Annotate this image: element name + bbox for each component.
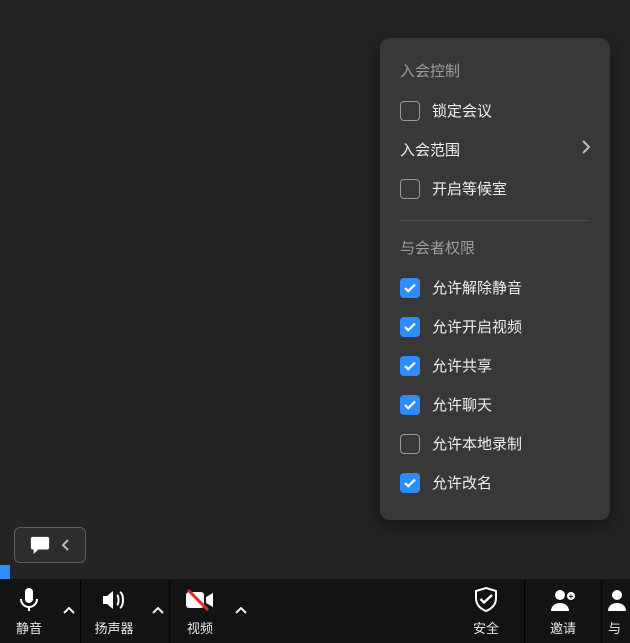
menu-item-label: 允许本地录制 (432, 433, 522, 454)
menu-divider (400, 220, 590, 221)
menu-item-allow-share[interactable]: 允许共享 (380, 346, 610, 385)
video-options-button[interactable] (230, 579, 252, 643)
speaker-button[interactable]: 扬声器 (81, 579, 147, 643)
bottom-toolbar: 静音 扬声器 视频 安全 (0, 579, 630, 643)
checkbox-checked-icon (400, 395, 420, 415)
menu-item-label: 锁定会议 (432, 100, 492, 121)
checkbox-checked-icon (400, 356, 420, 376)
menu-item-label: 允许聊天 (432, 394, 492, 415)
menu-item-label: 入会范围 (400, 139, 460, 160)
chevron-up-icon (230, 597, 252, 625)
checkbox-unchecked-icon (400, 101, 420, 121)
invite-button[interactable]: + 邀请 (525, 579, 601, 643)
mute-options-button[interactable] (58, 579, 80, 643)
toolbar-label: 安全 (473, 618, 499, 637)
toolbar-label: 静音 (16, 618, 42, 637)
security-menu: 入会控制 锁定会议 入会范围 开启等候室 与会者权限 允许解除静音 允许开启视频… (380, 38, 610, 520)
participants-icon (608, 586, 626, 614)
chevron-left-icon (61, 538, 71, 552)
participants-button-partial[interactable]: 与 (602, 579, 630, 643)
menu-item-allow-local-record[interactable]: 允许本地录制 (380, 424, 610, 463)
invite-icon: + (550, 586, 576, 614)
menu-item-allow-unmute[interactable]: 允许解除静音 (380, 268, 610, 307)
chevron-right-icon (582, 140, 590, 159)
chat-icon (29, 535, 51, 555)
checkbox-checked-icon (400, 473, 420, 493)
section-title-join-control: 入会控制 (380, 56, 610, 91)
menu-item-allow-rename[interactable]: 允许改名 (380, 463, 610, 502)
chevron-up-icon (147, 597, 169, 625)
microphone-icon (18, 586, 40, 614)
menu-item-lock-meeting[interactable]: 锁定会议 (380, 91, 610, 130)
checkbox-unchecked-icon (400, 434, 420, 454)
chevron-up-icon (58, 597, 80, 625)
checkbox-unchecked-icon (400, 179, 420, 199)
shield-icon (474, 586, 498, 614)
toolbar-label: 视频 (187, 618, 213, 637)
menu-item-waiting-room[interactable]: 开启等候室 (380, 169, 610, 208)
menu-item-allow-video[interactable]: 允许开启视频 (380, 307, 610, 346)
toolbar-spacer (252, 579, 448, 643)
security-button[interactable]: 安全 (448, 579, 524, 643)
menu-item-allow-chat[interactable]: 允许聊天 (380, 385, 610, 424)
checkbox-checked-icon (400, 278, 420, 298)
menu-item-label: 开启等候室 (432, 178, 507, 199)
menu-item-label: 允许共享 (432, 355, 492, 376)
svg-text:+: + (569, 592, 574, 601)
chat-bubble-collapsed[interactable] (14, 527, 86, 563)
speaker-icon (101, 586, 127, 614)
video-off-icon (185, 586, 215, 614)
speaker-options-button[interactable] (147, 579, 169, 643)
toolbar-label: 与 (608, 618, 621, 637)
toolbar-label: 邀请 (550, 618, 576, 637)
checkbox-checked-icon (400, 317, 420, 337)
menu-item-label: 允许解除静音 (432, 277, 522, 298)
menu-item-join-scope[interactable]: 入会范围 (380, 130, 610, 169)
mute-button[interactable]: 静音 (0, 579, 58, 643)
menu-item-label: 允许开启视频 (432, 316, 522, 337)
toolbar-label: 扬声器 (94, 618, 133, 637)
menu-item-label: 允许改名 (432, 472, 492, 493)
left-blue-tab[interactable] (0, 565, 10, 579)
video-button[interactable]: 视频 (170, 579, 230, 643)
section-title-permissions: 与会者权限 (380, 233, 610, 268)
